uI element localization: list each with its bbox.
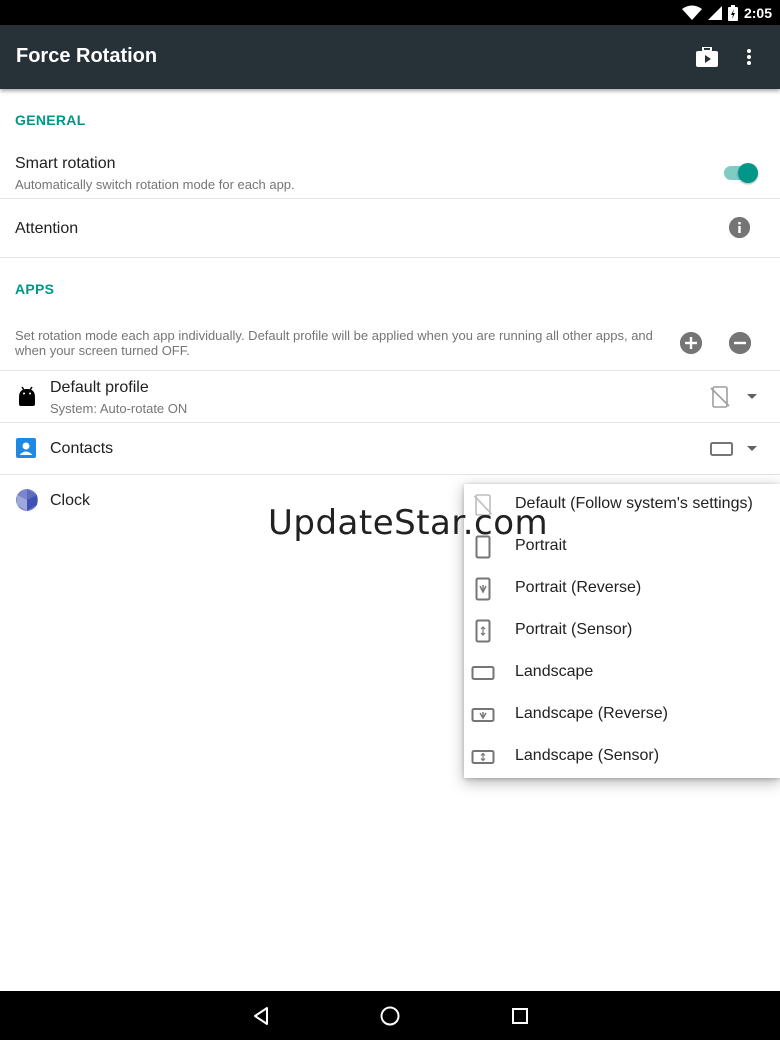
menu-item-label: Landscape <box>515 663 594 680</box>
app-row-contacts[interactable]: Contacts <box>0 423 780 474</box>
app-row-default-profile[interactable]: Default profile System: Auto-rotate ON <box>0 371 780 422</box>
app-subtitle: System: Auto-rotate ON <box>50 401 188 416</box>
overflow-menu-icon <box>747 49 751 65</box>
app-name: Default profile <box>50 379 149 396</box>
menu-item-landscape[interactable]: Landscape <box>464 652 780 694</box>
attention-info-button[interactable] <box>729 217 750 238</box>
navigation-bar <box>0 991 780 1040</box>
apps-description: Set rotation mode each app individually.… <box>15 328 653 358</box>
menu-item-label: Landscape (Sensor) <box>515 747 660 764</box>
status-bar: 2:05 <box>0 0 780 25</box>
menu-item-label: Landscape (Reverse) <box>515 705 668 722</box>
minus-circle-icon <box>729 332 751 354</box>
back-icon <box>254 1007 268 1025</box>
store-button[interactable] <box>691 41 723 73</box>
store-bag-icon <box>696 47 718 67</box>
landscape-reverse-icon <box>471 708 495 722</box>
smart-rotation-title: Smart rotation <box>15 155 116 172</box>
landscape-icon <box>471 666 495 680</box>
apps-section-header: APPS <box>15 281 55 297</box>
divider <box>0 257 780 258</box>
landscape-sensor-icon <box>471 750 495 764</box>
back-button[interactable] <box>248 1003 274 1029</box>
menu-item-landscape-sensor[interactable]: Landscape (Sensor) <box>464 736 780 778</box>
menu-item-label: Portrait (Sensor) <box>515 621 633 638</box>
recents-button[interactable] <box>507 1003 533 1029</box>
contacts-icon <box>16 438 36 458</box>
smart-rotation-toggle[interactable] <box>722 163 758 183</box>
app-bar: Force Rotation <box>0 25 780 89</box>
portrait-sensor-icon <box>475 619 491 643</box>
app-title: Force Rotation <box>16 45 158 67</box>
app-name: Clock <box>50 492 91 509</box>
smart-rotation-row[interactable]: Smart rotation Automatically switch rota… <box>0 146 780 198</box>
smart-rotation-subtitle: Automatically switch rotation mode for e… <box>15 177 295 192</box>
portrait-reverse-icon <box>475 577 491 601</box>
wifi-icon <box>681 5 702 20</box>
plus-circle-icon <box>680 332 702 354</box>
menu-item-label: Portrait (Reverse) <box>515 579 642 596</box>
battery-icon <box>727 5 738 21</box>
clock-icon <box>16 489 38 511</box>
app-name: Contacts <box>50 440 114 457</box>
rotation-off-icon[interactable] <box>710 386 730 408</box>
signal-icon <box>707 6 722 20</box>
mode-dropdown-caret[interactable] <box>747 394 757 399</box>
menu-item-landscape-reverse[interactable]: Landscape (Reverse) <box>464 694 780 736</box>
menu-item-portrait-sensor[interactable]: Portrait (Sensor) <box>464 610 780 652</box>
attention-title: Attention <box>15 220 79 237</box>
status-icons: 2:05 <box>681 3 772 23</box>
mode-dropdown-caret[interactable] <box>747 446 757 451</box>
toggle-thumb <box>738 163 758 183</box>
home-icon <box>380 1006 400 1026</box>
landscape-icon[interactable] <box>710 441 734 457</box>
attention-row[interactable]: Attention <box>0 199 780 257</box>
android-icon <box>19 386 35 406</box>
add-app-button[interactable] <box>680 332 702 354</box>
remove-app-button[interactable] <box>729 332 751 354</box>
watermark: UpdateStar.com <box>268 503 549 543</box>
status-time: 2:05 <box>743 5 772 21</box>
recents-icon <box>512 1008 528 1024</box>
general-section-header: GENERAL <box>15 112 86 128</box>
info-icon <box>729 217 750 238</box>
overflow-menu-button[interactable] <box>733 41 765 73</box>
menu-item-portrait-reverse[interactable]: Portrait (Reverse) <box>464 568 780 610</box>
menu-item-label: Default (Follow system's settings) <box>515 495 753 512</box>
home-button[interactable] <box>377 1003 403 1029</box>
